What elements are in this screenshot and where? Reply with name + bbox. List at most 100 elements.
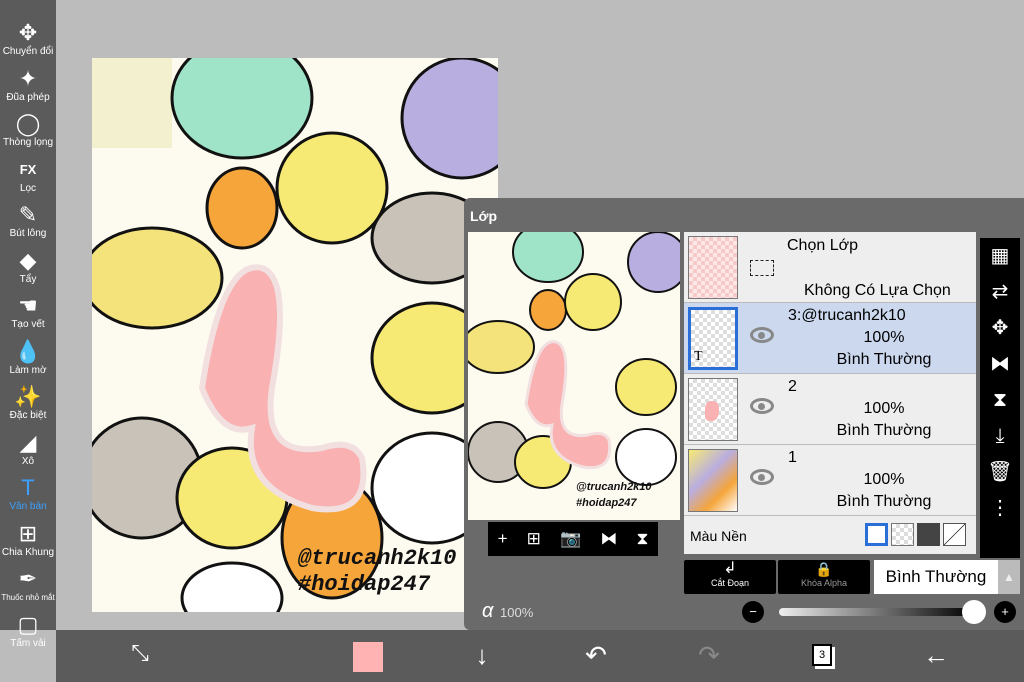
current-color-swatch[interactable] <box>353 642 383 672</box>
tool-label: Lọc <box>19 182 37 194</box>
layer-opacity: 100% <box>863 329 905 346</box>
tool-label: Thuốc nhỏ mắt <box>1 593 55 602</box>
more-options-icon[interactable]: ⋮ <box>980 490 1020 526</box>
delete-layer-icon[interactable]: 🗑 <box>980 454 1020 490</box>
camera-icon[interactable]: 📷 <box>560 529 581 549</box>
layer-name: 1 <box>788 449 797 466</box>
transparency-icon[interactable]: ▦ <box>980 238 1020 274</box>
tool-label: Tẩy <box>19 273 37 285</box>
left-toolbar: ✥ Chuyển đổi ✦ Đũa phép ◯ Thòng lọng FX Lọc ✎ Bút… <box>0 0 56 649</box>
flip-vertical-icon[interactable]: ⧗ <box>636 529 648 549</box>
layer-name: 2 <box>788 378 797 395</box>
add-layer-copy-icon[interactable]: ⊞ <box>527 529 541 549</box>
redo-icon[interactable]: ↷ <box>689 640 729 671</box>
tool-bucket[interactable]: ◢ Xô <box>0 430 56 467</box>
blend-mode-arrow-icon[interactable]: ▲ <box>998 560 1020 594</box>
tool-label: Đặc biệt <box>9 410 47 421</box>
clipping-button[interactable]: ↲ Cắt Đoạn <box>684 560 776 594</box>
tool-label: Xô <box>21 455 35 467</box>
layer-blend-mode: Bình Thường <box>836 493 932 510</box>
tool-label: Thòng lọng <box>2 137 54 148</box>
layer-opacity: 100% <box>863 471 905 488</box>
layer-row[interactable]: T 3:@trucanh2k10 100% Bình Thường <box>684 303 976 374</box>
selection-layer-row[interactable]: Chọn Lớp Không Có Lựa Chọn <box>684 232 976 303</box>
blend-mode-select[interactable]: Bình Thường <box>874 560 998 594</box>
blur-icon: 💧 <box>14 338 42 364</box>
selection-status: Không Có Lựa Chọn <box>804 282 951 299</box>
bg-white-option[interactable] <box>865 523 888 546</box>
tool-magic-wand[interactable]: ✦ Đũa phép <box>0 66 56 103</box>
tool-label: Chuyển đổi <box>2 46 54 57</box>
bg-transparent-option[interactable] <box>891 523 914 546</box>
visibility-eye-icon[interactable] <box>750 469 774 485</box>
layer-row[interactable]: 2 100% Bình Thường <box>684 374 976 445</box>
visibility-eye-icon[interactable] <box>750 327 774 343</box>
bg-dark-option[interactable] <box>917 523 940 546</box>
tool-smudge[interactable]: ☚ Tạo vết <box>0 293 56 330</box>
down-arrow-icon[interactable]: ↓ <box>462 640 502 671</box>
swap-layer-icon[interactable]: ⇄ <box>980 274 1020 310</box>
tool-label: Tạo vết <box>11 319 45 330</box>
tool-label: Đũa phép <box>6 91 50 103</box>
flip-horizontal-icon[interactable]: ⧓ <box>600 529 617 549</box>
artwork-watermark: @trucanh2k10 #hoidap247 <box>298 546 456 598</box>
lock-icon: 🔒 <box>815 561 833 577</box>
alpha-symbol: α <box>482 600 494 622</box>
tool-special[interactable]: ✨ Đặc biệt <box>0 384 56 421</box>
back-arrow-icon[interactable]: ← <box>916 640 956 671</box>
brush-icon: ✎ <box>18 202 38 227</box>
layer-list: Chọn Lớp Không Có Lựa Chọn T 3:@trucanh2… <box>684 232 976 554</box>
canvas-icon: ▢ <box>17 611 39 637</box>
background-color-label: Màu Nền <box>690 528 747 544</box>
preview-toolbar: + ⊞ 📷 ⧓ ⧗ <box>488 522 658 556</box>
tool-move[interactable]: ✥ Chuyển đổi <box>0 20 56 57</box>
opacity-slider-knob[interactable] <box>962 600 986 624</box>
opacity-decrease-button[interactable]: − <box>742 601 764 623</box>
watermark-line-2: #hoidap247 <box>298 572 431 597</box>
tool-blur[interactable]: 💧 Làm mờ <box>0 339 56 376</box>
layer-panel-title: Lớp <box>470 208 498 224</box>
flip-layer-vertical-icon[interactable]: ⧗ <box>980 382 1020 418</box>
layer-thumbnail: T <box>688 307 738 370</box>
tool-frame-divider[interactable]: ⊞ Chia Khung <box>0 521 56 558</box>
magic-wand-icon: ✦ <box>18 65 38 91</box>
tool-brush[interactable]: ✎ Bút lông <box>0 202 56 239</box>
opacity-slider[interactable] <box>779 608 974 616</box>
add-layer-icon[interactable]: + <box>498 529 508 549</box>
layers-button[interactable]: 3 <box>812 644 832 666</box>
bg-none-option[interactable] <box>943 523 966 546</box>
undo-icon[interactable]: ↶ <box>576 640 616 671</box>
opacity-value: 100% <box>500 605 534 620</box>
selection-thumbnail <box>688 236 738 299</box>
visibility-eye-icon[interactable] <box>750 398 774 414</box>
tool-label: Văn bản <box>9 501 47 512</box>
preview-watermark-2: #hoidap247 <box>576 497 637 509</box>
tool-eyedropper[interactable]: ✒ Thuốc nhỏ mắt <box>0 566 56 603</box>
tool-eraser[interactable]: ◆ Tẩy <box>0 248 56 285</box>
smudge-icon: ☚ <box>18 293 38 318</box>
opacity-row: α 100% − + <box>464 598 1024 626</box>
tool-fx[interactable]: FX Lọc <box>0 157 56 194</box>
opacity-increase-button[interactable]: + <box>994 601 1016 623</box>
tool-text[interactable]: T Văn bản <box>0 475 56 512</box>
layer-row[interactable]: 1 100% Bình Thường <box>684 445 976 516</box>
eyedropper-icon: ✒ <box>18 566 38 591</box>
special-icon: ✨ <box>14 384 42 409</box>
merge-down-icon[interactable]: ⤓ <box>980 418 1020 454</box>
clip-arrow-icon: ↲ <box>723 560 737 577</box>
layer-tools-column: ▦ ⇄ ✥ ⧓ ⧗ ⤓ 🗑 ⋮ <box>980 238 1020 558</box>
transform-tool-icon[interactable]: ⤡ <box>120 640 160 666</box>
layer-blend-mode: Bình Thường <box>836 422 932 439</box>
tool-lasso[interactable]: ◯ Thòng lọng <box>0 111 56 148</box>
flip-layer-horizontal-icon[interactable]: ⧓ <box>980 346 1020 382</box>
alpha-lock-label: Khóa Alpha <box>800 578 848 588</box>
selection-title: Chọn Lớp <box>787 237 858 254</box>
frame-divider-icon: ⊞ <box>18 520 38 546</box>
watermark-line-1: @trucanh2k10 <box>298 546 457 571</box>
layer-thumbnail <box>688 378 738 441</box>
tool-label: Tấm vải <box>10 637 46 649</box>
tool-canvas[interactable]: ▢ Tấm vải <box>0 612 56 649</box>
alpha-lock-button[interactable]: 🔒 Khóa Alpha <box>778 560 870 594</box>
move-layer-icon[interactable]: ✥ <box>980 310 1020 346</box>
canvas-artwork[interactable]: @trucanh2k10 #hoidap247 <box>92 58 498 612</box>
